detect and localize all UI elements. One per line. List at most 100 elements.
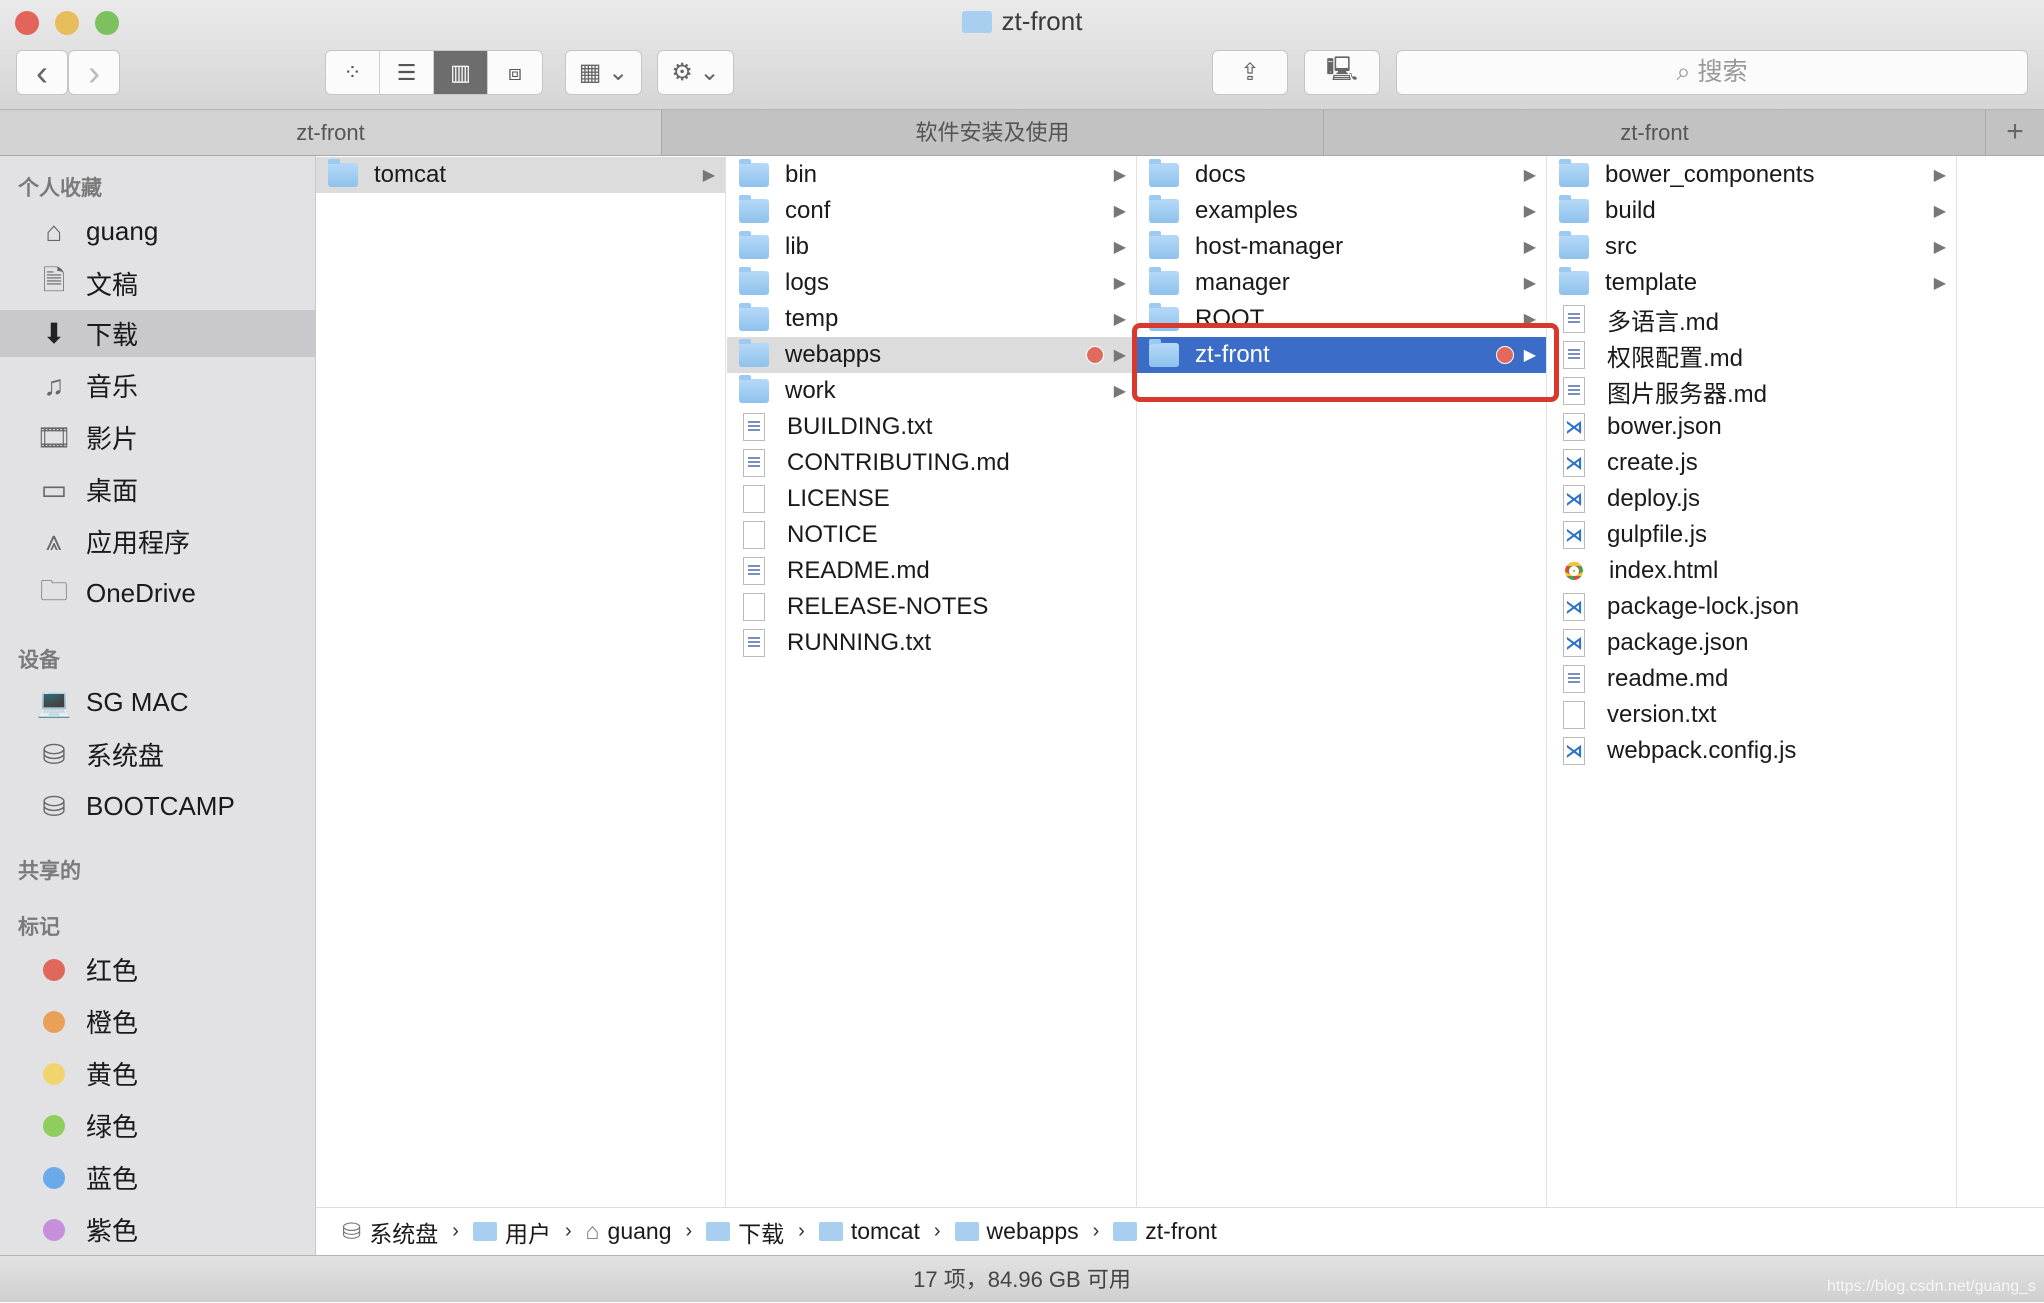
path-item[interactable]: ⌂ guang bbox=[586, 1218, 672, 1245]
sidebar-item[interactable]: 🗀 OneDrive bbox=[0, 570, 316, 617]
folder-row[interactable]: zt-front ▶ bbox=[1137, 337, 1546, 373]
folder-row[interactable]: logs ▶ bbox=[727, 265, 1136, 301]
sidebar-item[interactable]: 蓝色 bbox=[0, 1154, 316, 1201]
tab-label: zt-front bbox=[1620, 120, 1689, 145]
action-button[interactable]: ⚙ ⌄ bbox=[657, 50, 734, 95]
sidebar-item[interactable]: ⬇ 下载 bbox=[0, 310, 316, 357]
tab-1[interactable]: 软件安装及使用 bbox=[662, 110, 1324, 155]
file-row[interactable]: BUILDING.txt bbox=[727, 409, 1136, 445]
file-row[interactable]: version.txt bbox=[1547, 697, 1956, 733]
file-row[interactable]: README.md bbox=[727, 553, 1136, 589]
tab-0[interactable]: zt-front bbox=[0, 110, 662, 155]
file-row[interactable]: RUNNING.txt bbox=[727, 625, 1136, 661]
sidebar-item[interactable]: ⩓ 应用程序 bbox=[0, 518, 316, 565]
file-row[interactable]: ⋊ gulpfile.js bbox=[1547, 517, 1956, 553]
folder-row[interactable]: bower_components ▶ bbox=[1547, 157, 1956, 193]
folder-row[interactable]: manager ▶ bbox=[1137, 265, 1546, 301]
sidebar-item[interactable]: ♫ 音乐 bbox=[0, 362, 316, 409]
path-item[interactable]: ⛁ 系统盘 bbox=[342, 1215, 438, 1249]
path-item-label: guang bbox=[607, 1218, 672, 1244]
folder-row[interactable]: webapps ▶ bbox=[727, 337, 1136, 373]
folder-row[interactable]: template ▶ bbox=[1547, 265, 1956, 301]
file-name: host-manager bbox=[1195, 233, 1344, 260]
file-name: 多语言.md bbox=[1607, 308, 1720, 336]
file-row[interactable]: ⋊ package.json bbox=[1547, 625, 1956, 661]
folder-icon bbox=[472, 1222, 497, 1241]
folder-row[interactable]: docs ▶ bbox=[1137, 157, 1546, 193]
disclosure-arrow-icon: ▶ bbox=[1523, 203, 1536, 220]
path-item[interactable]: zt-front bbox=[1113, 1218, 1217, 1245]
file-row[interactable]: CONTRIBUTING.md bbox=[727, 445, 1136, 481]
sidebar-item[interactable]: 黄色 bbox=[0, 1050, 316, 1097]
back-button[interactable]: ‹ bbox=[16, 50, 68, 95]
folder-icon bbox=[1149, 195, 1179, 223]
path-item[interactable]: tomcat bbox=[818, 1218, 920, 1245]
sidebar-item-label: guang bbox=[86, 216, 159, 246]
file-row[interactable]: NOTICE bbox=[727, 517, 1136, 553]
file-row[interactable]: 多语言.md bbox=[1547, 301, 1956, 337]
laptop-icon: 💻 bbox=[36, 687, 72, 718]
folder-row[interactable]: work ▶ bbox=[727, 373, 1136, 409]
folder-icon bbox=[818, 1222, 843, 1241]
path-item[interactable]: 下载 bbox=[706, 1215, 784, 1249]
file-row[interactable]: 权限配置.md bbox=[1547, 337, 1956, 373]
icon-view-button[interactable]: ⁘ bbox=[326, 51, 380, 94]
code-file-icon: ⋊ bbox=[1563, 737, 1585, 765]
column-view-button[interactable]: ▥ bbox=[434, 51, 488, 94]
document-icon bbox=[743, 449, 765, 477]
arrange-button[interactable]: ▦ ⌄ bbox=[565, 50, 642, 95]
folder-row[interactable]: conf ▶ bbox=[727, 193, 1136, 229]
sidebar-item[interactable]: ⛁ BOOTCAMP bbox=[0, 783, 316, 830]
folder-row[interactable]: ROOT ▶ bbox=[1137, 301, 1546, 337]
search-input[interactable]: ⌕ 搜索 bbox=[1396, 50, 2028, 95]
chevron-right-icon: › bbox=[933, 1220, 941, 1242]
tab-2[interactable]: zt-front bbox=[1324, 110, 1986, 155]
file-row[interactable]: ⋊ deploy.js bbox=[1547, 481, 1956, 517]
folder-icon bbox=[1149, 231, 1179, 259]
file-name: create.js bbox=[1607, 449, 1698, 476]
folder-row[interactable]: temp ▶ bbox=[727, 301, 1136, 337]
sidebar-item[interactable]: 绿色 bbox=[0, 1102, 316, 1149]
sidebar-item[interactable]: 🎞 影片 bbox=[0, 414, 316, 461]
disclosure-arrow-icon: ▶ bbox=[1933, 275, 1946, 292]
file-row[interactable]: 图片服务器.md bbox=[1547, 373, 1956, 409]
sidebar-item[interactable]: 红色 bbox=[0, 946, 316, 993]
folder-icon bbox=[1559, 231, 1589, 259]
folder-row[interactable]: examples ▶ bbox=[1137, 193, 1546, 229]
file-row[interactable]: readme.md bbox=[1547, 661, 1956, 697]
path-item-label: 系统盘 bbox=[369, 1220, 439, 1247]
sidebar-item[interactable]: 🗎 文稿 bbox=[0, 260, 316, 307]
sidebar-item[interactable]: ⌂ guang bbox=[0, 208, 316, 255]
folder-row[interactable]: lib ▶ bbox=[727, 229, 1136, 265]
file-row[interactable]: LICENSE bbox=[727, 481, 1136, 517]
folder-row[interactable]: tomcat ▶ bbox=[316, 157, 725, 193]
new-tab-button[interactable]: + bbox=[1986, 110, 2044, 155]
sidebar-item[interactable]: 💻 SG MAC bbox=[0, 679, 316, 726]
file-row[interactable]: ⋊ create.js bbox=[1547, 445, 1956, 481]
sidebar: 个人收藏 ⌂ guang 🗎 文稿 ⬇ 下载 ♫ 音乐 🎞 影片 ▭ 桌面 ⩓ 应用程序 🗀 OneDrive 设… bbox=[0, 156, 316, 1255]
share-button[interactable]: ⇪ bbox=[1212, 50, 1288, 95]
sidebar-item[interactable]: 紫色 bbox=[0, 1206, 316, 1253]
gallery-view-button[interactable]: ⧈ bbox=[488, 51, 542, 94]
forward-button[interactable]: › bbox=[68, 50, 120, 95]
document-icon bbox=[1563, 701, 1585, 729]
file-row[interactable]: index.html bbox=[1547, 553, 1956, 589]
file-row[interactable]: ⋊ webpack.config.js bbox=[1547, 733, 1956, 769]
path-item[interactable]: 用户 bbox=[472, 1215, 551, 1249]
file-row[interactable]: ⋊ bower.json bbox=[1547, 409, 1956, 445]
document-icon bbox=[743, 593, 765, 621]
list-view-button[interactable]: ☰ bbox=[380, 51, 434, 94]
file-name: package.json bbox=[1607, 629, 1749, 656]
file-row[interactable]: RELEASE-NOTES bbox=[727, 589, 1136, 625]
sidebar-item[interactable]: 橙色 bbox=[0, 998, 316, 1045]
path-item[interactable]: webapps bbox=[954, 1218, 1079, 1245]
folder-row[interactable]: src ▶ bbox=[1547, 229, 1956, 265]
folder-row[interactable]: build ▶ bbox=[1547, 193, 1956, 229]
sidebar-item[interactable]: ⛁ 系统盘 bbox=[0, 731, 316, 778]
sidebar-item[interactable]: ▭ 桌面 bbox=[0, 466, 316, 513]
watermark: https://blog.csdn.net/guang_s bbox=[1826, 1278, 2036, 1295]
airdrop-button[interactable]: 🖳 bbox=[1304, 50, 1380, 95]
folder-row[interactable]: bin ▶ bbox=[727, 157, 1136, 193]
folder-row[interactable]: host-manager ▶ bbox=[1137, 229, 1546, 265]
file-row[interactable]: ⋊ package-lock.json bbox=[1547, 589, 1956, 625]
